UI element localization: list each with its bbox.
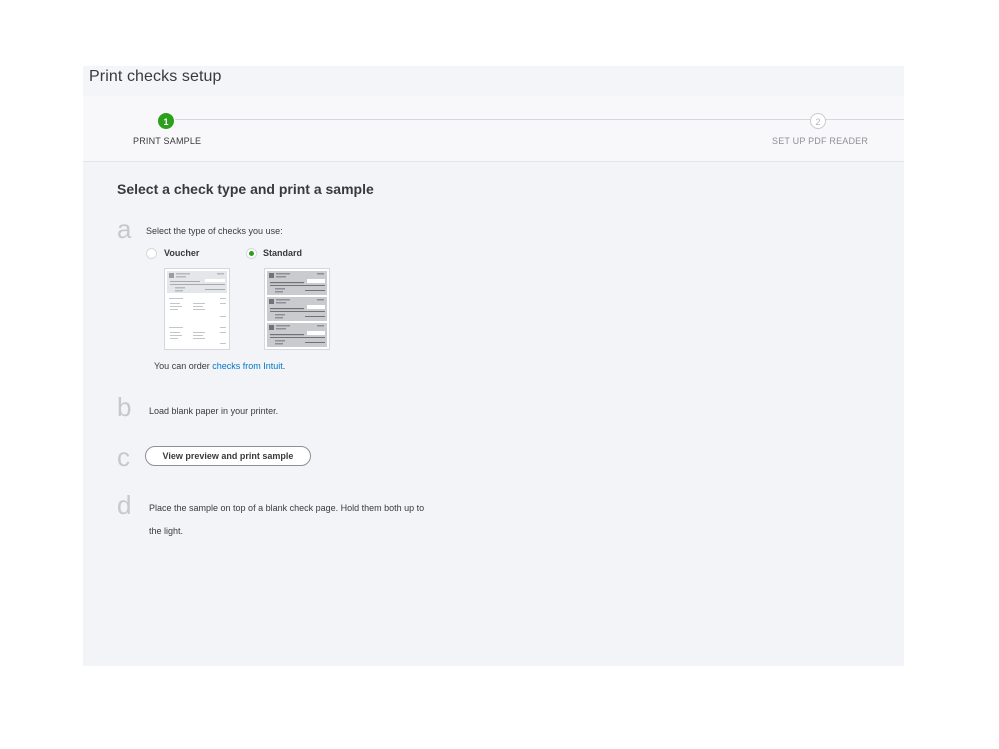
step-letter-d: d [117, 490, 132, 520]
print-checks-setup-panel: Print checks setup 1 PRINT SAMPLE 2 SET … [83, 66, 904, 666]
step-2-indicator: 2 [810, 113, 826, 129]
order-checks-note: You can order checks from Intuit. [154, 361, 285, 371]
standard-check-thumbnail[interactable] [264, 268, 330, 350]
voucher-radio[interactable] [146, 248, 157, 259]
setup-stepper: 1 PRINT SAMPLE 2 SET UP PDF READER [83, 96, 904, 162]
view-preview-print-sample-button[interactable]: View preview and print sample [145, 446, 311, 466]
step-letter-b: b [117, 392, 132, 422]
step-1-label: PRINT SAMPLE [133, 136, 202, 146]
voucher-radio-label[interactable]: Voucher [164, 248, 199, 258]
check-type-instruction: Select the type of checks you use: [146, 226, 283, 236]
alignment-instruction-line-2: the light. [149, 526, 184, 536]
page-title: Print checks setup [89, 68, 222, 85]
step-1-indicator: 1 [158, 113, 174, 129]
voucher-check-icon [167, 271, 227, 344]
title-bar: Print checks setup [83, 66, 904, 96]
stepper-progress-line [175, 119, 904, 120]
load-paper-instruction: Load blank paper in your printer. [149, 406, 279, 416]
order-checks-prefix: You can order [154, 361, 213, 371]
order-checks-suffix: . [282, 361, 286, 371]
checks-from-intuit-link[interactable]: checks from Intuit [212, 361, 283, 371]
voucher-check-thumbnail[interactable] [164, 268, 230, 350]
standard-radio-label[interactable]: Standard [263, 248, 302, 258]
step-letter-a: a [117, 214, 132, 244]
step-letter-c: c [117, 442, 130, 472]
standard-radio[interactable] [246, 248, 257, 259]
section-heading: Select a check type and print a sample [117, 181, 374, 197]
alignment-instruction-line-1: Place the sample on top of a blank check… [149, 503, 425, 513]
standard-check-icon [267, 271, 327, 347]
step-2-label: SET UP PDF READER [772, 136, 869, 146]
